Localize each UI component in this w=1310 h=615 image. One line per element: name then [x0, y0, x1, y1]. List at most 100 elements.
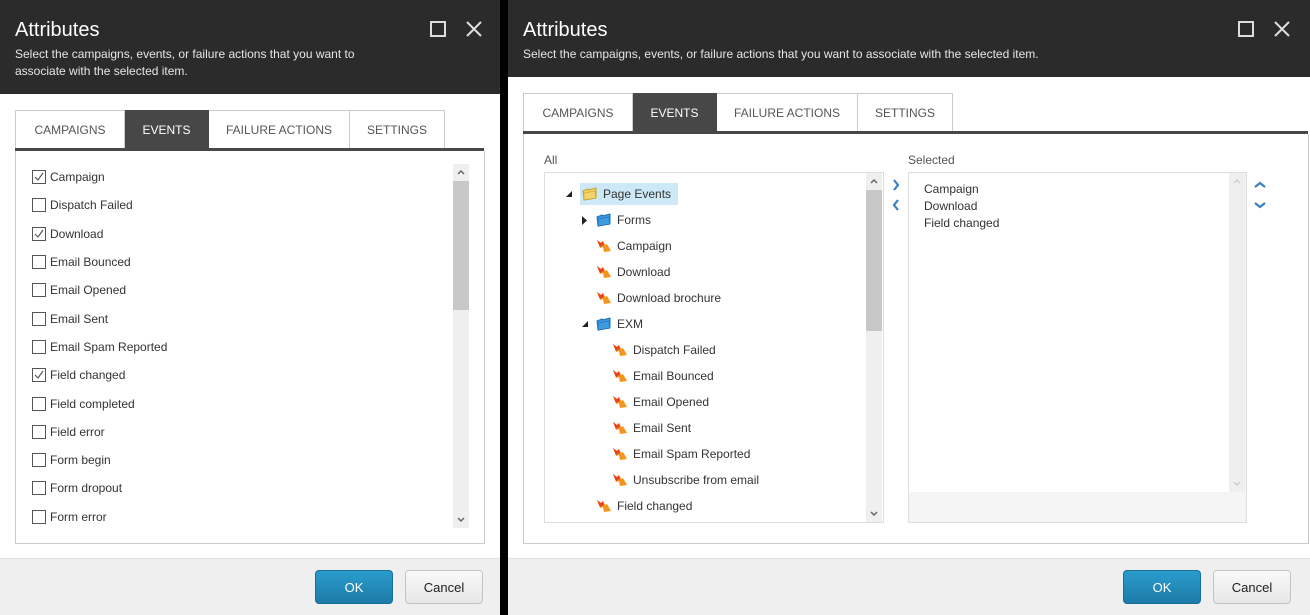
- tree-node[interactable]: Field changed: [580, 494, 695, 518]
- event-checkbox-item[interactable]: Field completed: [32, 389, 167, 417]
- tree-node-content[interactable]: Email Spam Reported: [612, 445, 753, 463]
- event-checkbox-item[interactable]: Form error: [32, 503, 167, 531]
- chevron-up-icon: [457, 169, 465, 175]
- scroll-down-button[interactable]: [453, 512, 469, 528]
- cancel-button[interactable]: Cancel: [405, 570, 483, 604]
- tree-node[interactable]: Forms: [580, 208, 654, 232]
- selected-event-item[interactable]: Campaign: [909, 181, 1229, 198]
- tab-events[interactable]: EVENTS: [125, 110, 209, 148]
- scroll-up-button[interactable]: [1229, 173, 1245, 189]
- scroll-down-button[interactable]: [1229, 476, 1245, 492]
- move-down-button[interactable]: [1253, 198, 1267, 212]
- tab-settings[interactable]: SETTINGS: [350, 110, 445, 148]
- selected-event-item[interactable]: Field changed: [909, 215, 1229, 232]
- add-to-selected-button[interactable]: [889, 178, 903, 192]
- dialog-header: Attributes Select the campaigns, events,…: [0, 0, 500, 94]
- scrollbar-thumb[interactable]: [453, 181, 469, 310]
- checkbox[interactable]: [32, 424, 46, 439]
- tree-node-content[interactable]: EXM: [596, 315, 646, 333]
- ok-button[interactable]: OK: [315, 570, 393, 604]
- tree-node[interactable]: Page Events: [564, 182, 679, 206]
- tree-node[interactable]: Download brochure: [580, 286, 724, 310]
- checkbox[interactable]: [32, 283, 46, 298]
- scrollbar-thumb[interactable]: [866, 190, 882, 331]
- tree-node-content[interactable]: Forms: [596, 211, 654, 229]
- tab-settings[interactable]: SETTINGS: [858, 93, 953, 131]
- event-checkbox-item[interactable]: Campaign: [32, 163, 167, 191]
- selected-label: Selected: [908, 153, 955, 167]
- tree-node[interactable]: Download: [580, 260, 673, 284]
- tree-scrollbar[interactable]: [866, 173, 882, 522]
- tree-node[interactable]: EXM: [580, 312, 646, 336]
- ok-button[interactable]: OK: [1123, 570, 1201, 604]
- tree-node-content[interactable]: Dispatch Failed: [612, 341, 719, 359]
- expand-toggle[interactable]: [564, 189, 574, 199]
- selected-scrollbar[interactable]: [1229, 173, 1245, 492]
- checkbox[interactable]: [32, 170, 46, 185]
- maximize-button[interactable]: [1237, 20, 1257, 40]
- tree-node-content[interactable]: Field changed: [596, 497, 695, 515]
- tree-node-content[interactable]: Campaign: [596, 237, 675, 255]
- event-checkbox-item[interactable]: Email Bounced: [32, 248, 167, 276]
- tree-node[interactable]: Email Sent: [596, 416, 694, 440]
- checkbox-label: Field completed: [50, 396, 135, 411]
- tree-node[interactable]: Dispatch Failed: [596, 338, 719, 362]
- scroll-up-button[interactable]: [866, 173, 882, 189]
- event-checkbox-item[interactable]: Field error: [32, 418, 167, 446]
- event-checkbox-item[interactable]: Download: [32, 220, 167, 248]
- expand-spacer: [580, 241, 590, 251]
- tree-node-content[interactable]: Download: [596, 263, 673, 281]
- tree-node[interactable]: Email Bounced: [596, 364, 717, 388]
- cancel-button[interactable]: Cancel: [1213, 570, 1291, 604]
- checkbox[interactable]: [32, 198, 46, 213]
- checkbox[interactable]: [32, 339, 46, 354]
- tree-node[interactable]: Email Opened: [596, 390, 712, 414]
- event-checkbox-item[interactable]: Email Sent: [32, 304, 167, 332]
- event-checkbox-item[interactable]: Dispatch Failed: [32, 191, 167, 219]
- tree-node[interactable]: Email Spam Reported: [596, 442, 753, 466]
- checkbox[interactable]: [32, 481, 46, 496]
- close-button[interactable]: [465, 20, 485, 40]
- checkbox[interactable]: [32, 368, 46, 383]
- selected-event-item[interactable]: Download: [909, 198, 1229, 215]
- checkbox[interactable]: [32, 311, 46, 326]
- event-checkbox-item[interactable]: Form begin: [32, 446, 167, 474]
- event-icon: [612, 343, 628, 357]
- event-checkbox-item[interactable]: Form dropout: [32, 474, 167, 502]
- tab-failure-actions[interactable]: FAILURE ACTIONS: [209, 110, 350, 148]
- tab-failure-actions[interactable]: FAILURE ACTIONS: [717, 93, 858, 131]
- checkbox[interactable]: [32, 509, 46, 524]
- move-up-button[interactable]: [1253, 178, 1267, 192]
- expand-toggle[interactable]: [580, 215, 590, 225]
- tree-node-content[interactable]: Unsubscribe from email: [612, 471, 762, 489]
- triangle-expanded-icon: [565, 190, 572, 197]
- remove-from-selected-button[interactable]: [889, 198, 903, 212]
- scroll-up-button[interactable]: [453, 164, 469, 180]
- checkbox[interactable]: [32, 226, 46, 241]
- expand-toggle[interactable]: [580, 319, 590, 329]
- tab-events[interactable]: EVENTS: [633, 93, 717, 131]
- tree-node-content[interactable]: Download brochure: [596, 289, 724, 307]
- checkbox[interactable]: [32, 255, 46, 270]
- tab-campaigns[interactable]: CAMPAIGNS: [15, 110, 125, 148]
- tree-node[interactable]: Unsubscribe from email: [596, 468, 762, 492]
- scroll-down-button[interactable]: [866, 506, 882, 522]
- maximize-button[interactable]: [429, 20, 449, 40]
- event-checkbox-item[interactable]: Email Opened: [32, 276, 167, 304]
- expand-spacer: [580, 267, 590, 277]
- event-checkbox-item[interactable]: Field changed: [32, 361, 167, 389]
- tree-node-content[interactable]: Email Bounced: [612, 367, 717, 385]
- tree-node-content[interactable]: Email Sent: [612, 419, 694, 437]
- tree-node-content[interactable]: Email Opened: [612, 393, 712, 411]
- tree-node-content[interactable]: Page Events: [580, 183, 679, 205]
- tab-campaigns[interactable]: CAMPAIGNS: [523, 93, 633, 131]
- expand-spacer: [596, 449, 606, 459]
- checklist-scrollbar[interactable]: [453, 164, 469, 528]
- checkbox[interactable]: [32, 396, 46, 411]
- close-button[interactable]: [1273, 20, 1293, 40]
- events-panel: Campaign Dispatch Failed Download Email Bou…: [15, 151, 485, 544]
- event-checkbox-item[interactable]: Email Spam Reported: [32, 333, 167, 361]
- event-icon: [612, 447, 628, 461]
- checkbox[interactable]: [32, 453, 46, 468]
- tree-node[interactable]: Campaign: [580, 234, 675, 258]
